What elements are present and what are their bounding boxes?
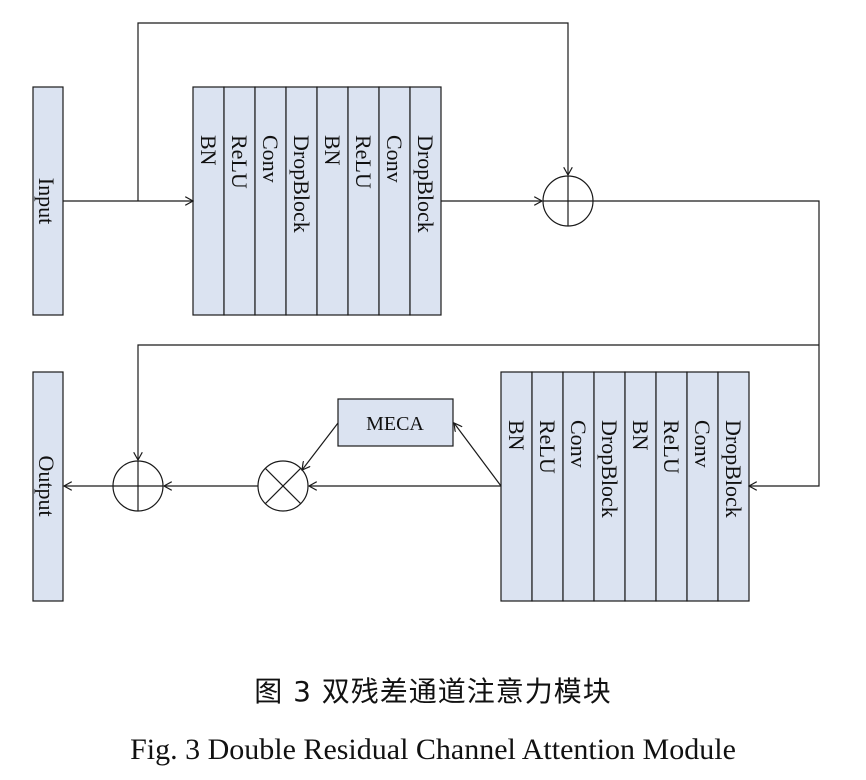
residual-block-1: BN ReLU Conv DropBlock BN ReLU Conv DropBlock bbox=[192, 86, 442, 316]
output-label: Output bbox=[34, 455, 59, 516]
block2-layer-3 bbox=[562, 371, 595, 602]
block1-layer-2-label: ReLU bbox=[227, 135, 252, 189]
block2-layer-1-label: BN bbox=[504, 420, 529, 451]
arrow-block2-to-meca bbox=[454, 423, 502, 487]
meca-node: MECA bbox=[337, 398, 454, 447]
block1-layer-2 bbox=[223, 86, 256, 316]
block2-layer-6-label: ReLU bbox=[659, 420, 684, 474]
block2-layer-2-label: ReLU bbox=[535, 420, 560, 474]
block1-layer-6-label: ReLU bbox=[351, 135, 376, 189]
block2-layer-4-label: DropBlock bbox=[597, 420, 622, 518]
block1-layer-1 bbox=[192, 86, 225, 316]
block1-layer-3 bbox=[254, 86, 287, 316]
block2-layer-8-label: DropBlock bbox=[721, 420, 746, 518]
input-node: Input bbox=[32, 86, 64, 316]
arrow-meca-to-multiply bbox=[302, 422, 339, 470]
block2-layer-1 bbox=[500, 371, 533, 602]
output-node: Output bbox=[32, 371, 64, 602]
add-operator-2 bbox=[112, 460, 164, 512]
block1-layer-8-label: DropBlock bbox=[413, 135, 438, 233]
caption-chinese: 图 3 双残差通道注意力模块 bbox=[254, 675, 612, 708]
block1-layer-3-label: Conv bbox=[258, 135, 283, 183]
block2-layer-7-label: Conv bbox=[690, 420, 715, 468]
block2-layer-2 bbox=[531, 371, 564, 602]
block2-layer-3-label: Conv bbox=[566, 420, 591, 468]
block2-layer-5-label: BN bbox=[628, 420, 653, 451]
block1-layer-5-label: BN bbox=[320, 135, 345, 166]
block2-layer-6 bbox=[655, 371, 688, 602]
residual-block-2: BN ReLU Conv DropBlock BN ReLU Conv DropBlock bbox=[500, 371, 750, 602]
block2-layer-7 bbox=[686, 371, 719, 602]
block1-layer-6 bbox=[347, 86, 380, 316]
block1-layer-5 bbox=[316, 86, 349, 316]
meca-label: MECA bbox=[366, 413, 424, 435]
input-label: Input bbox=[34, 178, 59, 224]
block1-layer-4-label: DropBlock bbox=[289, 135, 314, 233]
block1-layer-7-label: Conv bbox=[382, 135, 407, 183]
caption-english: Fig. 3 Double Residual Channel Attention… bbox=[130, 733, 736, 766]
add-operator-1 bbox=[542, 175, 594, 227]
block1-layer-7 bbox=[378, 86, 411, 316]
architecture-diagram: Input Output BN ReLU Conv DropBlock BN ReLU Co… bbox=[32, 22, 820, 602]
multiply-operator bbox=[257, 460, 309, 512]
block1-layer-1-label: BN bbox=[196, 135, 221, 166]
block2-layer-5 bbox=[624, 371, 657, 602]
